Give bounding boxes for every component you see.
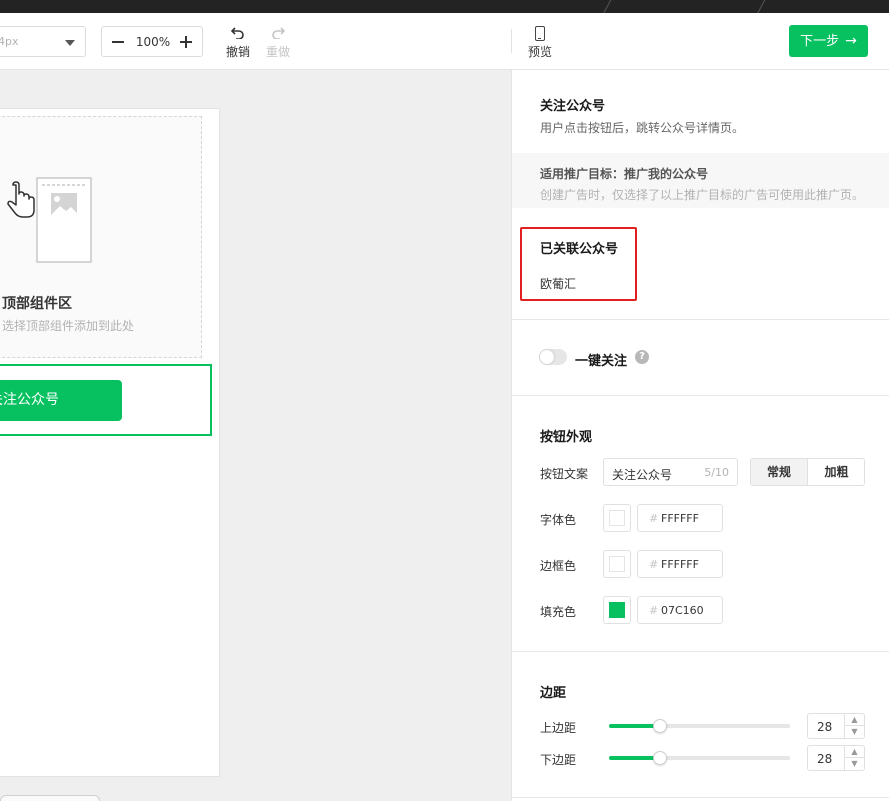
hash-prefix: #	[649, 604, 659, 617]
phone-icon	[535, 26, 545, 41]
top-margin-slider[interactable]	[609, 719, 790, 733]
bottom-margin-value: 28	[817, 752, 833, 766]
chevron-up-icon[interactable]: ▲	[845, 714, 864, 726]
follow-account-button[interactable]: 关注公众号	[0, 380, 122, 421]
preview-label: 预览	[527, 45, 552, 59]
top-area-title: 顶部组件区	[2, 296, 72, 312]
stepper-arrows: ▲ ▼	[844, 714, 864, 738]
image-placeholder-icon	[7, 177, 92, 263]
divider	[512, 319, 889, 320]
next-step-label: 下一步	[800, 34, 840, 49]
linked-account-name: 欧葡汇	[540, 277, 577, 291]
chevron-up-icon[interactable]: ▲	[845, 746, 864, 758]
linked-account-title: 已关联公众号	[540, 242, 619, 257]
button-text-label: 按钮文案	[540, 467, 589, 481]
panel-title: 关注公众号	[540, 99, 606, 114]
horizontal-scrollbar[interactable]	[0, 795, 100, 801]
margin-section-title: 边距	[540, 686, 567, 701]
font-color-value: FFFFFF	[661, 512, 699, 525]
top-margin-value: 28	[817, 720, 833, 734]
toolbar-divider	[511, 29, 512, 53]
properties-panel: 关注公众号 用户点击按钮后，跳转公众号详情页。 适用推广目标：推广我的公众号 创…	[511, 70, 889, 801]
font-color-swatch[interactable]	[603, 504, 631, 532]
panel-description: 用户点击按钮后，跳转公众号详情页。	[540, 121, 745, 135]
border-color-value: FFFFFF	[661, 558, 699, 571]
top-area-hint: 选择顶部组件添加到此处	[2, 319, 135, 333]
promotion-goal-notice: 适用推广目标：推广我的公众号 创建广告时，仅选择了以上推广目标的广告可使用此推广…	[512, 153, 889, 208]
zoom-value: 100%	[135, 35, 171, 49]
slider-handle[interactable]	[652, 751, 667, 765]
font-weight-segmented: 常规 加粗	[750, 458, 865, 486]
button-text-value: 关注公众号	[612, 468, 673, 482]
style-bold-option[interactable]: 加粗	[808, 459, 864, 485]
preview-button[interactable]: 预览	[520, 25, 560, 60]
toggle-knob	[540, 350, 554, 364]
bottom-margin-slider[interactable]	[609, 751, 790, 765]
redo-label: 重做	[265, 45, 290, 59]
goal-title: 适用推广目标：推广我的公众号	[540, 167, 709, 181]
border-color-input[interactable]: # FFFFFF	[637, 550, 723, 578]
bottom-margin-label: 下边距	[540, 753, 577, 767]
font-color-label: 字体色	[540, 513, 577, 527]
redo-button[interactable]: 重做	[258, 25, 298, 60]
border-color-label: 边框色	[540, 559, 577, 573]
redo-icon	[258, 25, 298, 43]
font-color-chip	[609, 510, 625, 526]
hash-prefix: #	[649, 512, 659, 525]
font-size-select[interactable]: 4px	[0, 26, 86, 57]
chevron-down-icon[interactable]: ▼	[845, 758, 864, 770]
window-top-strip	[0, 0, 889, 13]
undo-icon	[218, 25, 258, 43]
editor-toolbar: 4px 100% 撤销 重做 预览 下一步 →	[0, 13, 889, 70]
undo-label: 撤销	[225, 45, 250, 59]
bottom-margin-stepper[interactable]: 28 ▲ ▼	[807, 745, 865, 771]
top-margin-stepper[interactable]: 28 ▲ ▼	[807, 713, 865, 739]
zoom-out-minus-icon[interactable]	[110, 33, 126, 50]
slider-handle[interactable]	[652, 719, 667, 733]
font-size-value: 4px	[0, 35, 19, 48]
arrow-right-icon: →	[845, 33, 857, 49]
divider	[512, 651, 889, 652]
border-color-swatch[interactable]	[603, 550, 631, 578]
undo-button[interactable]: 撤销	[218, 25, 258, 60]
chevron-down-icon	[65, 40, 75, 46]
font-color-input[interactable]: # FFFFFF	[637, 504, 723, 532]
page-preview-card: 顶部组件区 选择顶部组件添加到此处 关注公众号	[0, 108, 220, 777]
hash-prefix: #	[649, 558, 659, 571]
zoom-control: 100%	[101, 26, 203, 57]
char-count: 5/10	[704, 466, 729, 479]
chevron-down-icon[interactable]: ▼	[845, 726, 864, 738]
goal-description: 创建广告时，仅选择了以上推广目标的广告可使用此推广页。	[540, 188, 865, 202]
one-click-follow-label: 一键关注	[575, 354, 628, 369]
fill-color-input[interactable]: # 07C160	[637, 596, 723, 624]
top-component-area[interactable]: 顶部组件区 选择顶部组件添加到此处	[0, 116, 202, 358]
fill-color-chip	[609, 602, 625, 618]
fill-color-value: 07C160	[661, 604, 704, 617]
follow-button-component[interactable]: 关注公众号	[0, 364, 212, 436]
fill-color-swatch[interactable]	[603, 596, 631, 624]
button-text-input[interactable]: 关注公众号 5/10	[603, 458, 738, 486]
border-color-chip	[609, 556, 625, 572]
fill-color-label: 填充色	[540, 605, 577, 619]
style-normal-option[interactable]: 常规	[751, 459, 808, 485]
editor-canvas: 顶部组件区 选择顶部组件添加到此处 关注公众号	[0, 70, 511, 801]
top-margin-label: 上边距	[540, 721, 577, 735]
divider	[512, 797, 889, 798]
zoom-in-plus-icon[interactable]	[178, 33, 194, 50]
stepper-arrows: ▲ ▼	[844, 746, 864, 770]
divider	[512, 395, 889, 396]
next-step-button[interactable]: 下一步 →	[789, 25, 868, 57]
help-icon[interactable]: ?	[635, 350, 649, 364]
one-click-follow-toggle[interactable]	[539, 349, 567, 365]
appearance-section-title: 按钮外观	[540, 430, 593, 445]
